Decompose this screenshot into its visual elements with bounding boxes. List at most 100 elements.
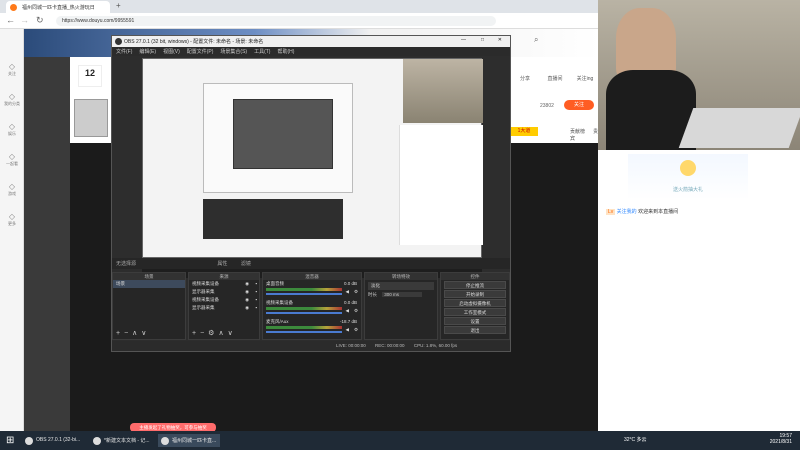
- taskbar-app[interactable]: 福州同城一匹卡直...: [158, 434, 221, 447]
- taskbar-app-icon: [93, 437, 101, 445]
- follow-button[interactable]: 关注: [564, 100, 594, 110]
- volume-slider[interactable]: [266, 312, 342, 314]
- obs-control-button[interactable]: 停止推流: [444, 281, 506, 289]
- scene-item[interactable]: 场景: [113, 280, 185, 288]
- browser-tab-bar: 福州同城一匹卡直播_热火游玩日 +: [0, 0, 600, 13]
- lock-icon[interactable]: ▪: [255, 289, 257, 294]
- preview-chat-panel: [399, 125, 483, 245]
- lock-icon[interactable]: ▪: [255, 281, 257, 286]
- eye-icon[interactable]: ◉: [245, 305, 249, 311]
- side-link[interactable]: 贡献榜: [570, 129, 585, 135]
- source-item[interactable]: 显示器采集 ◉ ▪: [189, 288, 259, 296]
- source-item[interactable]: 视频采集设备 ◉ ▪: [189, 296, 259, 304]
- obs-menu-item[interactable]: 场景集合(S): [220, 49, 247, 55]
- chat-username[interactable]: 关注我的: [617, 209, 637, 215]
- speaker-icon[interactable]: ◀: [346, 289, 349, 295]
- obs-control-button[interactable]: 启动虚拟摄像机: [444, 299, 506, 307]
- nav-item-label: 关注: [8, 71, 16, 76]
- source-add-remove-icon[interactable]: +−⚙∧∨: [192, 329, 237, 337]
- chat-welcome-text: 欢迎来到本直播间: [638, 209, 679, 215]
- obs-menu-item[interactable]: 工具(T): [254, 49, 270, 55]
- obs-menu-item[interactable]: 文件(F): [116, 49, 132, 55]
- obs-source-toolbar: 无选择源 属性 滤镜: [112, 258, 510, 269]
- source-item[interactable]: 显示器采集 ◉ ▪: [189, 304, 259, 312]
- transition-select[interactable]: 淡化: [368, 282, 434, 290]
- source-label: 视频采集设备: [192, 281, 219, 286]
- nav-item[interactable]: ◇ 我的分类: [0, 89, 24, 113]
- obs-menu-item[interactable]: 编辑(E): [139, 49, 156, 55]
- gear-icon[interactable]: ⚙: [354, 327, 358, 333]
- chat-user-badge: Lv: [606, 209, 616, 215]
- eye-icon[interactable]: ◉: [245, 289, 249, 295]
- obs-control-button[interactable]: 工作室模式: [444, 308, 506, 316]
- volume-meter: [266, 307, 342, 310]
- obs-menu-item[interactable]: 配置文件(P): [187, 49, 214, 55]
- rank-badge[interactable]: 1大道: [510, 127, 538, 136]
- weather-widget[interactable]: 32°C 多云: [624, 436, 647, 443]
- browser-tab[interactable]: 福州同城一匹卡直播_热火游玩日: [6, 1, 110, 13]
- taskbar-app-label: 福州同城一匹卡直...: [172, 438, 217, 444]
- more-icon: ◇: [8, 212, 16, 221]
- obs-preview-canvas[interactable]: [142, 58, 483, 278]
- search-icon[interactable]: ⌕: [534, 35, 538, 45]
- close-button[interactable]: ✕: [498, 37, 502, 43]
- refresh-icon[interactable]: ↻: [36, 15, 44, 26]
- taskbar-app[interactable]: *新建文本文档 - 记...: [90, 434, 154, 447]
- room-action[interactable]: 关注ing: [570, 63, 600, 82]
- new-tab-button[interactable]: +: [116, 1, 121, 10]
- taskbar-app[interactable]: OBS 27.0.1 (32-bi...: [22, 434, 84, 447]
- taskbar-app-label: OBS 27.0.1 (32-bi...: [36, 437, 81, 443]
- scene-add-remove-icon[interactable]: +−∧∨: [116, 329, 150, 337]
- nav-item-label: 游戏: [8, 191, 16, 196]
- obs-status-bar: LIVE: 00:00:00 REC: 00:00:00 CPU: 1.8%, …: [112, 341, 510, 351]
- speaker-icon[interactable]: ◀: [346, 327, 349, 333]
- minimize-button[interactable]: —: [461, 37, 466, 43]
- side-links: 贡献榜 贵宾: [570, 128, 600, 142]
- eye-icon[interactable]: ◉: [245, 281, 249, 287]
- source-item[interactable]: 视频采集设备 ◉ ▪: [189, 280, 259, 288]
- filters-button[interactable]: 滤镜: [241, 261, 251, 267]
- url-input[interactable]: https://www.douyu.com/9955591: [56, 16, 496, 26]
- obs-control-button[interactable]: 开始录制: [444, 290, 506, 298]
- duration-input[interactable]: 300 ms: [382, 292, 423, 297]
- lock-icon[interactable]: ▪: [255, 305, 257, 310]
- nav-item-label: 一起看: [6, 161, 18, 166]
- obs-window: OBS 27.0.1 (32 bit, windows) - 配置文件: 未命名…: [111, 35, 511, 352]
- obs-logo-icon: [115, 38, 122, 45]
- room-action[interactable]: 分享: [510, 63, 540, 82]
- mixer-channel: 视频采集设备 0.0 dB ◀ ⚙: [263, 299, 361, 318]
- obs-menu-item[interactable]: 帮助(H): [277, 49, 294, 55]
- anchor-avatar[interactable]: [74, 99, 108, 137]
- nav-item[interactable]: ◇ 关注: [0, 59, 24, 83]
- anchor-level-badge: 12: [78, 65, 102, 87]
- windows-start-icon[interactable]: ⊞: [6, 435, 14, 446]
- nav-item[interactable]: ◇ 娱乐: [0, 119, 24, 143]
- nav-item[interactable]: ◇ 更多: [0, 209, 24, 233]
- clock[interactable]: 19:57 2021/8/31: [752, 433, 792, 445]
- browser-tab-title: 福州同城一匹卡直播_热火游玩日: [22, 5, 95, 11]
- volume-slider[interactable]: [266, 331, 342, 333]
- obs-control-button[interactable]: 设置: [444, 317, 506, 325]
- volume-slider[interactable]: [266, 293, 342, 295]
- lock-icon[interactable]: ▪: [255, 297, 257, 302]
- room-action[interactable]: 直播间: [540, 63, 570, 82]
- live-timer: LIVE: 00:00:00: [336, 343, 366, 348]
- forward-icon[interactable]: →: [20, 15, 29, 25]
- scenes-dock: 场景 场景 +−∧∨: [112, 272, 186, 340]
- gear-icon[interactable]: ⚙: [354, 289, 358, 295]
- speaker-icon[interactable]: ◀: [346, 308, 349, 314]
- eye-icon[interactable]: ◉: [245, 297, 249, 303]
- properties-button[interactable]: 属性: [217, 261, 227, 267]
- mascot-icon: [680, 160, 696, 176]
- nav-item[interactable]: ◇ 一起看: [0, 149, 24, 173]
- back-icon[interactable]: ←: [6, 15, 15, 25]
- taskbar-app-icon: [25, 437, 33, 445]
- obs-title-bar: OBS 27.0.1 (32 bit, windows) - 配置文件: 未命名…: [112, 36, 510, 47]
- nav-item[interactable]: ◇ 游戏: [0, 179, 24, 203]
- source-label: 显示器采集: [192, 289, 215, 294]
- obs-control-button[interactable]: 退出: [444, 326, 506, 334]
- clock-date: 2021/8/31: [769, 439, 792, 445]
- gear-icon[interactable]: ⚙: [354, 308, 358, 314]
- obs-menu-item[interactable]: 视图(V): [163, 49, 180, 55]
- maximize-button[interactable]: □: [481, 37, 484, 43]
